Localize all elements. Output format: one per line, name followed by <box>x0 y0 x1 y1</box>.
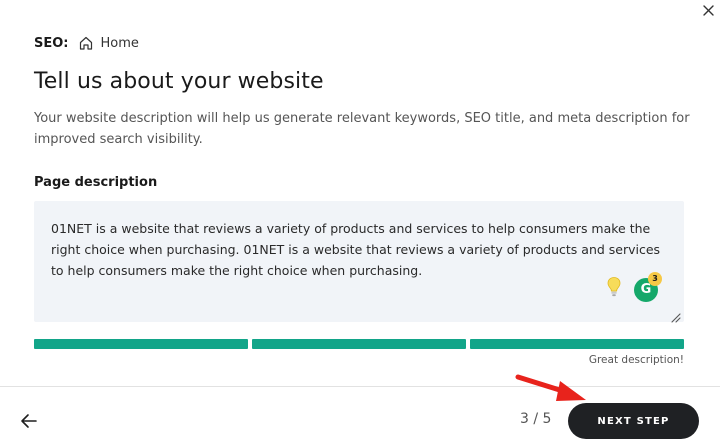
grammarly-count-badge: 3 <box>648 272 662 286</box>
quality-meter-segment <box>470 339 684 349</box>
page-description-input[interactable]: 01NET is a website that reviews a variet… <box>34 201 684 323</box>
description-quality-meter <box>34 339 684 349</box>
page-description-text[interactable]: 01NET is a website that reviews a variet… <box>51 218 671 281</box>
page-subtitle: Your website description will help us ge… <box>34 111 690 147</box>
close-icon[interactable] <box>698 2 720 24</box>
lightbulb-icon[interactable] <box>606 276 622 298</box>
resize-handle-icon[interactable] <box>670 308 681 323</box>
page-title: Tell us about your website <box>34 69 324 94</box>
quality-meter-segment <box>34 339 248 349</box>
breadcrumb-section: SEO: <box>34 35 69 51</box>
next-step-button[interactable]: NEXT STEP <box>568 403 699 439</box>
home-icon <box>78 35 94 51</box>
grammarly-icon[interactable]: G 3 <box>634 272 662 302</box>
page-description-label: Page description <box>34 175 158 190</box>
breadcrumb-page: Home <box>100 35 139 51</box>
back-arrow-icon[interactable] <box>18 410 40 432</box>
step-indicator: 3 / 5 <box>520 411 552 427</box>
annotation-arrow-icon <box>515 374 586 401</box>
quality-caption: Great description! <box>588 354 684 366</box>
footer-divider <box>0 386 720 387</box>
quality-meter-segment <box>252 339 466 349</box>
breadcrumb: SEO: Home <box>34 34 139 52</box>
